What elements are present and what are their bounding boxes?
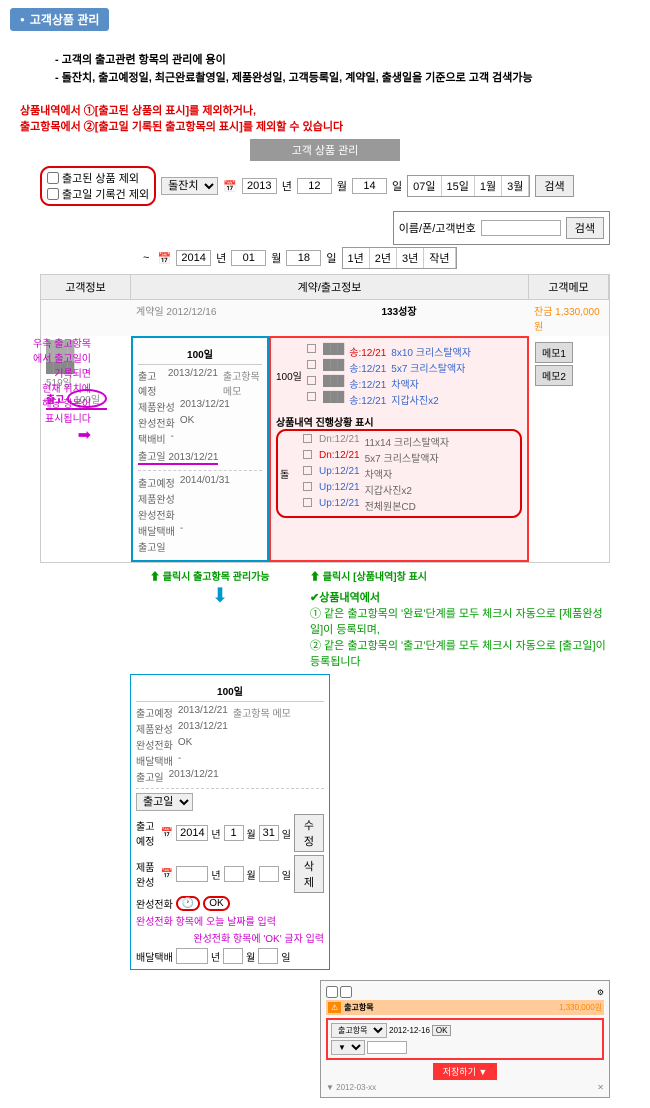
edit-label3: 완성전화 (136, 896, 173, 911)
quick-date[interactable]: 1년 (343, 248, 370, 268)
table-header-row: 고객정보 계약/출고정보 고객메모 (41, 275, 609, 300)
arrow-down-icon: ⬇ (150, 583, 290, 608)
quick-date[interactable]: 3년 (397, 248, 424, 268)
memo2-button[interactable]: 메모2 (535, 365, 573, 386)
edit-y[interactable] (176, 825, 208, 841)
page-header: 고객상품 관리 (10, 8, 109, 31)
mini-note-left: 완성전화 항목에 오늘 날짜를 입력 (136, 913, 324, 928)
mini-note-right: 완성전화 항목에 'OK' 글자 입력 (136, 930, 324, 945)
date-to-y[interactable] (176, 250, 211, 266)
filter-bar: 출고된 상품 제외 출고일 기록건 제외 돌잔치 📅 년 월 일 07일 15일… (40, 166, 610, 245)
name-search-input[interactable] (481, 220, 561, 236)
deposit: 잔금 1,330,000원 (529, 300, 609, 336)
calendar-icon[interactable]: 📅 (223, 180, 237, 193)
right-day2: 돌 (280, 466, 300, 481)
content-row: 우측 출고항목에서 출고일이 기록되면 현재 위치에 해당 항목이 표시됩니다 … (41, 336, 609, 562)
main-table: 고객정보 계약/출고정보 고객메모 계약일 2012/12/16 133성장 잔… (40, 274, 610, 563)
mini-title: 100일 (136, 680, 324, 702)
name-search-button[interactable]: 검색 (566, 217, 604, 239)
edit-label2: 제품완성 (136, 859, 158, 889)
date-from-d[interactable] (352, 178, 387, 194)
name-search-box: 이름/폰/고객번호 검색 (393, 211, 610, 245)
thumbnail-preview: ⚙ ⚠ 출고항목 1,330,000원 출고항목 2012-12-16 OK ▼… (320, 980, 610, 1098)
chk-exclude-shipped[interactable]: 출고된 상품 제외 (47, 170, 149, 186)
today-shortcut-icon[interactable]: 🕐 (176, 896, 200, 911)
summary-row: 계약일 2012/12/16 133성장 잔금 1,330,000원 (41, 300, 609, 336)
edit-row1: 출고일 (136, 793, 324, 811)
edit-save-button[interactable]: 수정 (294, 814, 324, 852)
quick-date[interactable]: 15일 (442, 176, 475, 196)
quick-date-grid2: 1년 2년 3년 작년 (342, 247, 457, 269)
annotation-text: 출고항목에서 ②[출고일 기록된 출고항목의 표시]를 제외할 수 있습니다 (20, 118, 630, 134)
memo-column: 메모1 메모2 (529, 336, 609, 562)
thumb-action-button[interactable]: 저장하기 ▼ (433, 1063, 498, 1080)
green-note-title: ✔상품내역에서 (310, 589, 610, 605)
date-from-y[interactable] (242, 178, 277, 194)
contract-date: 계약일 2012/12/16 (136, 307, 216, 318)
notice-line: - 돌잔치, 출고예정일, 최근완료촬영일, 제품완성일, 고객등록일, 계약일… (55, 69, 595, 85)
edit-card: 100일 출고예정 2013/12/21 출고항목 메모 제품완성 2013/1… (130, 674, 330, 970)
date-to-m[interactable] (231, 250, 266, 266)
date-from-m[interactable] (297, 178, 332, 194)
edit2-m[interactable] (224, 866, 244, 882)
memo1-button[interactable]: 메모1 (535, 342, 573, 363)
calendar-icon[interactable]: 📅 (161, 869, 173, 880)
page-title: 고객상품 관리 (30, 11, 100, 28)
search-label: 이름/폰/고객번호 (399, 220, 476, 236)
edit-label: 출고예정 (136, 818, 158, 848)
thumb-tab[interactable]: 출고항목 (344, 1002, 373, 1013)
right-day-label: 100일 (276, 368, 304, 383)
annotation-text: 상품내역에서 ①[출고된 상품의 표시]를 제외하거나, (20, 102, 630, 118)
edit-m[interactable] (224, 825, 244, 841)
th-contract: 계약/출고정보 (131, 275, 529, 299)
progress-title: 상품내역 진행상황 표시 (276, 414, 522, 429)
customer-panel: 우측 출고항목에서 출고일이 기록되면 현재 위치에 해당 항목이 표시됩니다 … (41, 336, 131, 562)
quick-date[interactable]: 2년 (370, 248, 397, 268)
calendar-icon[interactable]: 📅 (161, 828, 173, 839)
th-customer: 고객정보 (41, 275, 131, 299)
quick-date[interactable]: 3월 (502, 176, 529, 196)
studio-name: 133성장 (269, 300, 529, 336)
edit2-y[interactable] (176, 866, 208, 882)
side-annotation: 우측 출고항목에서 출고일이 기록되면 현재 위치에 해당 항목이 표시됩니다 … (31, 335, 91, 445)
quick-date[interactable]: 07일 (408, 176, 441, 196)
chk-exclude-dated[interactable]: 출고일 기록건 제외 (47, 186, 149, 202)
click-hint-left: ⬆ 클릭시 출고항목 관리가능 (150, 568, 290, 583)
edit2-d[interactable] (259, 866, 279, 882)
edit-label4: 배달택배 (136, 949, 173, 964)
edit-field-select[interactable]: 출고일 (136, 793, 193, 811)
quick-date[interactable]: 작년 (424, 248, 455, 268)
quick-date-grid: 07일 15일 1월 3월 (407, 175, 530, 197)
top-annotation: 상품내역에서 ①[출고된 상품의 표시]를 제외하거나, 출고항목에서 ②[출고… (20, 102, 630, 134)
sub-header: 고객 상품 관리 (250, 139, 400, 161)
edit-d[interactable] (259, 825, 279, 841)
date-to-d[interactable] (286, 250, 321, 266)
calendar-icon[interactable]: 📅 (157, 252, 171, 265)
green-note-line: ① 같은 출고항목의 '완료'단계를 모두 체크시 자동으로 [제품완성일]이 … (310, 605, 610, 637)
search-button[interactable]: 검색 (535, 175, 573, 197)
product-panel[interactable]: 100일 ███ 송:12/21 8x10 크리스탈액자 ███ 송:12/21… (269, 336, 529, 562)
click-hint-right: ⬆ 클릭시 [상품내역]창 표시 (310, 568, 610, 583)
exclude-checkboxes: 출고된 상품 제외 출고일 기록건 제외 (40, 166, 156, 206)
thumb-inner: 출고항목 2012-12-16 OK ▼ (326, 1018, 604, 1060)
ok-shortcut-icon[interactable]: OK (203, 896, 229, 911)
mid-title: 100일 (138, 343, 262, 365)
th-memo: 고객메모 (529, 275, 609, 299)
notice-box: - 고객의 출고관련 항목의 관리에 용이 - 돌잔치, 출고예정일, 최근완료… (50, 44, 600, 92)
filter-type-select[interactable]: 돌잔치 (161, 177, 218, 195)
notice-line: - 고객의 출고관련 항목의 관리에 용이 (55, 51, 595, 67)
green-note-line: ② 같은 출고항목의 '출고'단계를 모두 체크시 자동으로 [출고일]이 등록… (310, 637, 610, 669)
edit-delete-button[interactable]: 삭제 (294, 855, 324, 893)
shipping-panel[interactable]: 100일 출고예정 2013/12/21 출고항목 메모 제품완성 2013/1… (131, 336, 269, 562)
quick-date[interactable]: 1월 (475, 176, 502, 196)
